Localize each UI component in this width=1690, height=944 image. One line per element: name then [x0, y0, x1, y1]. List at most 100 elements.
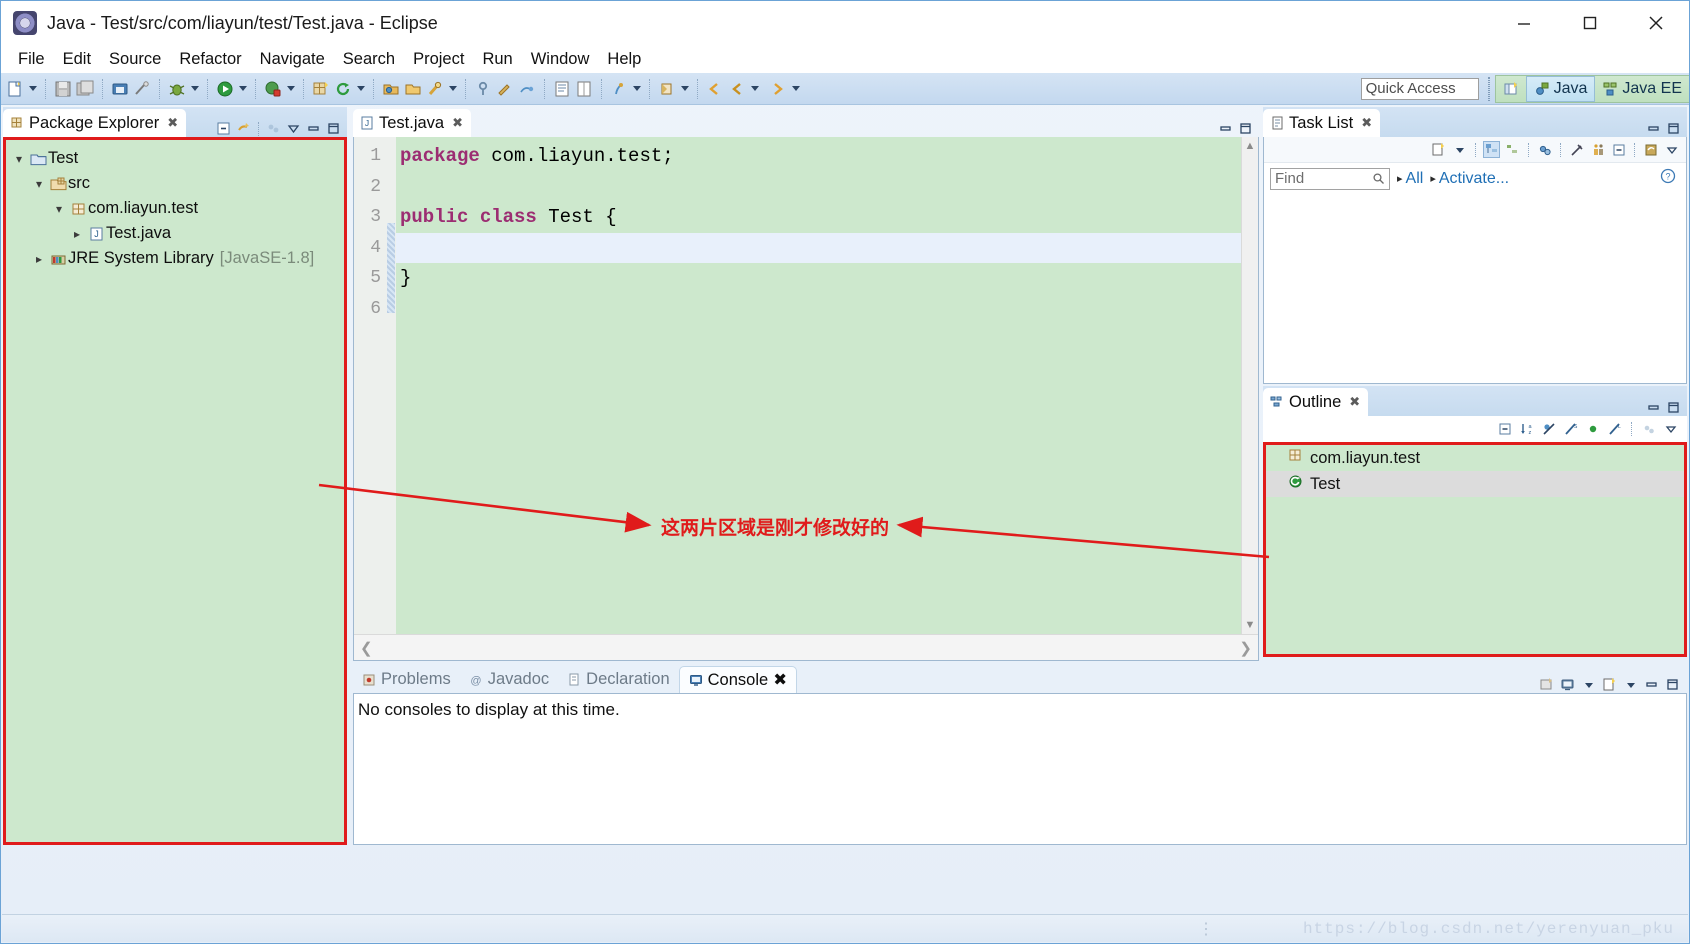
menu-navigate[interactable]: Navigate: [251, 48, 334, 71]
tree-item-jre-system-library[interactable]: ▸ JRE System Library [JavaSE-1.8]: [6, 246, 344, 271]
run-icon[interactable]: [214, 77, 236, 101]
annotation-icon[interactable]: [608, 77, 630, 101]
editor-vertical-scrollbar[interactable]: ▲ ▼: [1241, 137, 1258, 634]
toggle-mark-occurrences-icon[interactable]: [131, 77, 153, 101]
previous-annotation-dropdown-icon[interactable]: [678, 77, 691, 101]
menu-project[interactable]: Project: [404, 48, 473, 71]
perspective-java-button[interactable]: Java: [1525, 75, 1596, 102]
tab-javadoc[interactable]: @ Javadoc: [460, 666, 558, 693]
scroll-right-icon[interactable]: ❯: [1239, 639, 1252, 657]
new-task-icon[interactable]: [1430, 141, 1447, 158]
filter-icon[interactable]: [1568, 141, 1585, 158]
console-view-icon[interactable]: [551, 77, 573, 101]
skip-breakpoints-icon[interactable]: [516, 77, 538, 101]
link-with-editor-icon[interactable]: [235, 120, 252, 137]
link-with-editor-icon[interactable]: [1640, 421, 1657, 438]
chevron-down-icon[interactable]: ▾: [10, 152, 28, 166]
scroll-down-icon[interactable]: ▼: [1245, 619, 1256, 631]
outline-item-package[interactable]: com.liayun.test: [1266, 445, 1684, 471]
back-icon[interactable]: [704, 77, 726, 101]
collapse-all-icon[interactable]: [215, 120, 232, 137]
menu-run[interactable]: Run: [473, 48, 521, 71]
scroll-up-icon[interactable]: ▲: [1245, 140, 1256, 152]
minimize-icon[interactable]: [1217, 120, 1234, 137]
close-icon[interactable]: ✖: [773, 670, 787, 690]
close-icon[interactable]: ✖: [167, 115, 178, 131]
scroll-left-icon[interactable]: ❮: [360, 639, 373, 657]
refresh-dropdown-icon[interactable]: [354, 77, 367, 101]
chevron-right-icon[interactable]: ▸: [68, 227, 86, 241]
save-all-icon[interactable]: [74, 77, 96, 101]
new-console-view-icon[interactable]: [1601, 676, 1618, 693]
tab-package-explorer[interactable]: Package Explorer ✖: [3, 109, 187, 137]
close-icon[interactable]: ✖: [1349, 394, 1360, 410]
close-icon[interactable]: ✖: [1361, 115, 1372, 131]
quick-access-input[interactable]: Quick Access: [1360, 77, 1479, 100]
outline-item-class[interactable]: Test: [1266, 471, 1684, 497]
forward-dropdown-icon[interactable]: [789, 77, 802, 101]
menu-edit[interactable]: Edit: [54, 48, 100, 71]
open-type-icon[interactable]: [380, 77, 402, 101]
hide-static-icon[interactable]: S: [1562, 421, 1579, 438]
chevron-down-icon[interactable]: ▾: [50, 202, 68, 216]
tab-test-java[interactable]: J Test.java ✖: [353, 109, 472, 137]
help-icon[interactable]: ?: [1660, 168, 1680, 189]
status-handle[interactable]: ⋮: [1198, 919, 1215, 939]
maximize-icon[interactable]: [1237, 120, 1254, 137]
console-dropdown-icon[interactable]: [1580, 676, 1597, 693]
save-icon[interactable]: [52, 77, 74, 101]
tab-console[interactable]: Console ✖: [678, 666, 798, 693]
menu-search[interactable]: Search: [334, 48, 404, 71]
working-set-icon[interactable]: [1589, 141, 1606, 158]
find-input[interactable]: Find: [1270, 167, 1390, 190]
menu-window[interactable]: Window: [522, 48, 599, 71]
print-icon[interactable]: [109, 77, 131, 101]
annotation-dropdown-icon[interactable]: [630, 77, 643, 101]
filter-activate-link[interactable]: Activate...: [1430, 170, 1509, 188]
open-console-icon[interactable]: [1538, 676, 1555, 693]
search-icon[interactable]: [424, 77, 446, 101]
tab-problems[interactable]: Problems: [353, 666, 460, 693]
view-menu-icon[interactable]: [1663, 141, 1680, 158]
search-dropdown-icon[interactable]: [446, 77, 459, 101]
tab-declaration[interactable]: Declaration: [558, 666, 678, 693]
view-filter-icon[interactable]: [265, 120, 282, 137]
minimize-icon[interactable]: [1645, 399, 1662, 416]
new-task-dropdown-icon[interactable]: [1451, 141, 1468, 158]
maximize-icon[interactable]: [1665, 399, 1682, 416]
annotation-gutter[interactable]: [386, 137, 396, 634]
chevron-right-icon[interactable]: ▸: [30, 252, 48, 266]
table-icon[interactable]: [573, 77, 595, 101]
debug-dropdown-icon[interactable]: [188, 77, 201, 101]
new-wizard-dropdown-icon[interactable]: [26, 77, 39, 101]
hide-fields-icon[interactable]: [1540, 421, 1557, 438]
maximize-button[interactable]: [1557, 1, 1623, 45]
view-menu-icon[interactable]: [1662, 421, 1679, 438]
build-icon[interactable]: [494, 77, 516, 101]
pin-icon[interactable]: [472, 77, 494, 101]
console-output-area[interactable]: No consoles to display at this time.: [353, 693, 1687, 845]
hide-non-public-icon[interactable]: [1584, 421, 1601, 438]
filter-all-link[interactable]: All: [1397, 170, 1424, 188]
minimize-icon[interactable]: [1643, 676, 1660, 693]
forward-icon[interactable]: [767, 77, 789, 101]
editor-horizontal-scrollbar[interactable]: ❮ ❯: [354, 634, 1258, 660]
code-text-area[interactable]: package com.liayun.test; public class Te…: [396, 137, 1241, 634]
perspective-java-ee-button[interactable]: Java EE: [1595, 76, 1689, 102]
tree-item-src[interactable]: ▾ src: [6, 171, 344, 196]
external-tools-dropdown-icon[interactable]: [284, 77, 297, 101]
schedule-icon[interactable]: [1504, 141, 1521, 158]
menu-help[interactable]: Help: [598, 48, 650, 71]
display-selected-console-icon[interactable]: [1559, 676, 1576, 693]
debug-icon[interactable]: [166, 77, 188, 101]
menu-source[interactable]: Source: [100, 48, 170, 71]
run-dropdown-icon[interactable]: [236, 77, 249, 101]
back-dropdown-icon[interactable]: [748, 77, 761, 101]
view-menu-icon[interactable]: [285, 120, 302, 137]
menu-refactor[interactable]: Refactor: [170, 48, 250, 71]
synchronize-icon[interactable]: [1642, 141, 1659, 158]
collapse-all-icon[interactable]: [1610, 141, 1627, 158]
open-task-icon[interactable]: [402, 77, 424, 101]
close-icon[interactable]: ✖: [452, 115, 463, 131]
back-history-icon[interactable]: [726, 77, 748, 101]
